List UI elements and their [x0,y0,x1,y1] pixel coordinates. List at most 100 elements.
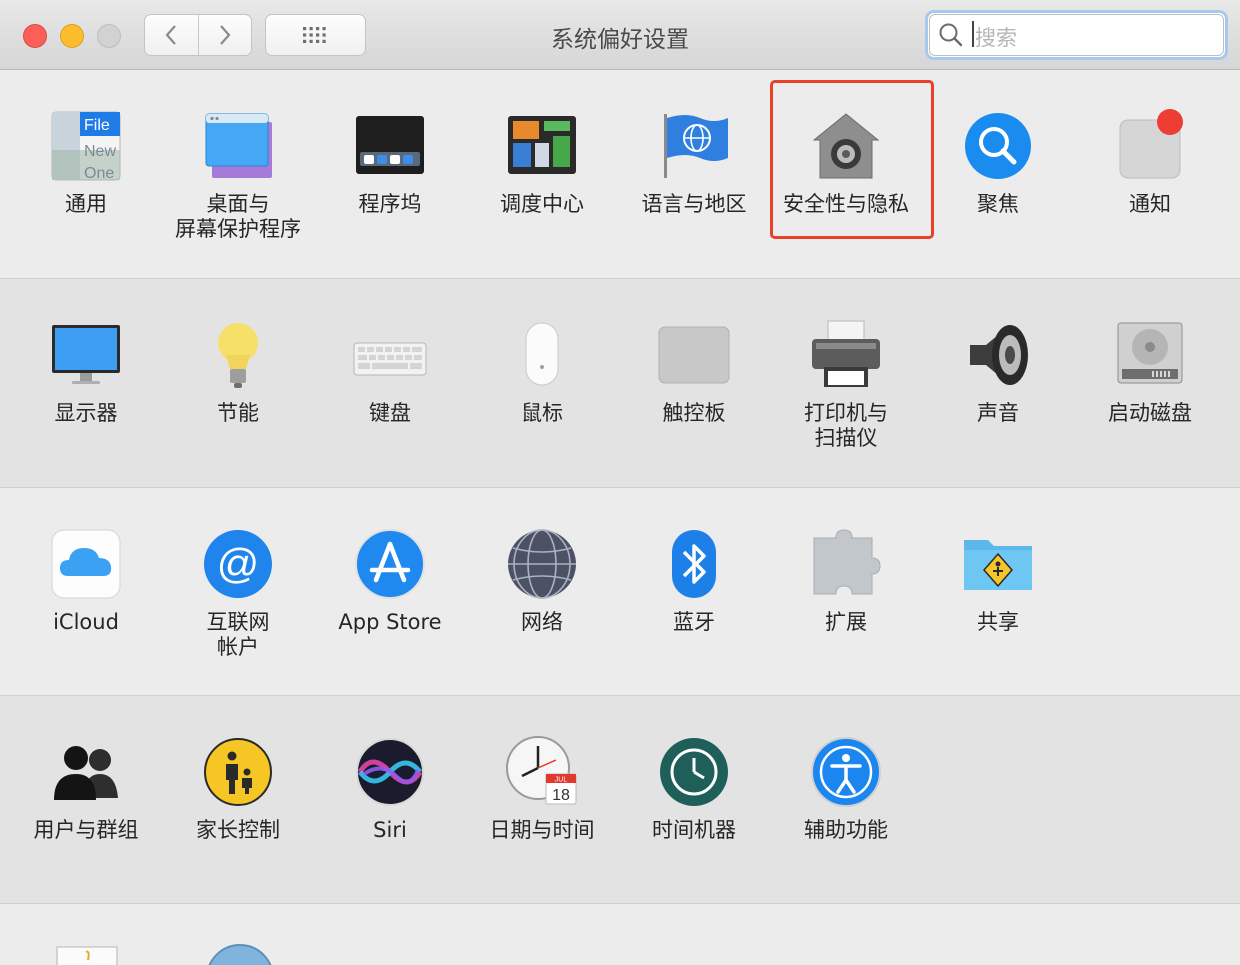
section-hardware: 显示器 节能 键盘 鼠标 触控板 打印机与 扫描仪 声音 启动磁盘 [0,279,1240,488]
pref-label: 节能 [217,401,259,425]
sound-icon [970,325,1028,385]
app-store-icon [355,529,425,599]
pref-startup-disk[interactable]: 启动磁盘 [1074,317,1226,426]
parental-controls-icon [204,738,272,806]
general-icon: File New One [51,111,121,182]
pref-label: 通用 [65,192,107,216]
pref-app-store[interactable]: App Store [314,526,466,635]
pref-language-region[interactable]: 语言与地区 [618,108,770,217]
close-button[interactable] [23,24,47,48]
pref-label: 打印机与 扫描仪 [804,401,888,450]
pref-label: 启动磁盘 [1108,401,1192,425]
pref-display[interactable]: 显示器 [10,317,162,426]
calendar-month: JUL [555,777,568,784]
pref-sound[interactable]: 声音 [922,317,1074,426]
energy-saver-icon [218,323,258,388]
pref-dock[interactable]: 程序坞 [314,108,466,217]
desktop-screensaver-icon [205,113,272,178]
printer-scanner-icon [812,320,880,387]
svg-text:One: One [84,165,114,182]
pref-siri[interactable]: Siri [314,734,466,843]
section-internet-wireless: iCloud @ 互联网 帐户 App Store 网络 蓝牙 扩展 共享 [0,488,1240,696]
pref-keyboard[interactable]: 键盘 [314,317,466,426]
pref-label: 用户与群组 [33,818,139,842]
extensions-icon [813,529,881,595]
notifications-icon [1119,109,1183,179]
back-button[interactable] [145,15,198,55]
search-caret [972,21,974,47]
keyboard-icon [353,342,427,376]
svg-text:New: New [84,143,116,160]
calendar-day: 18 [552,787,570,804]
navigation-buttons [144,14,252,56]
siri-icon [356,738,424,806]
pref-sharing[interactable]: 共享 [922,526,1074,635]
svg-text:@: @ [217,540,260,587]
pref-bluetooth[interactable]: 蓝牙 [618,526,770,635]
pref-label: 语言与地区 [641,192,747,216]
pref-icloud[interactable]: iCloud [10,526,162,635]
partial-pref-icon [56,946,118,965]
pref-mission-control[interactable]: 调度中心 [466,108,618,217]
pref-label: Siri [373,818,407,842]
pref-label: 桌面与 屏幕保护程序 [175,192,301,241]
pref-users-groups[interactable]: 用户与群组 [10,734,162,843]
pref-label: 程序坞 [358,192,422,216]
section-system: 用户与群组 家长控制 Siri JUL 18 日期与时间 时间机器 辅助功能 [0,696,1240,904]
pref-label: 互联网 帐户 [206,610,270,659]
trackpad-icon [658,326,730,384]
pref-label: App Store [338,610,442,634]
pref-general[interactable]: File New One 通用 [10,108,162,217]
pref-label: 网络 [521,610,563,634]
pref-parental-controls[interactable]: 家长控制 [162,734,314,843]
show-all-button[interactable] [265,14,366,56]
accessibility-icon [811,737,881,807]
pref-accessibility[interactable]: 辅助功能 [770,734,922,843]
pref-label: 扩展 [825,610,867,634]
pref-notifications[interactable]: 通知 [1074,108,1226,217]
pref-spotlight[interactable]: 聚焦 [922,108,1074,217]
pref-date-time[interactable]: JUL 18 日期与时间 [466,734,618,843]
display-icon [52,325,120,384]
pref-mouse[interactable]: 鼠标 [466,317,618,426]
pref-label: iCloud [53,610,119,634]
sharing-icon [964,540,1032,590]
pref-label: 调度中心 [500,192,584,216]
bluetooth-icon [672,530,716,598]
minimize-button[interactable] [60,24,84,48]
network-icon [508,529,576,599]
chevron-left-icon [165,25,177,45]
pref-label: 鼠标 [521,401,563,425]
zoom-button[interactable] [97,24,121,48]
pref-extensions[interactable]: 扩展 [770,526,922,635]
pref-time-machine[interactable]: 时间机器 [618,734,770,843]
search-field[interactable]: 搜索 [925,10,1228,60]
pref-label: 时间机器 [652,818,736,842]
pref-energy-saver[interactable]: 节能 [162,317,314,426]
pref-printer-scanner[interactable]: 打印机与 扫描仪 [770,317,922,451]
pref-label: 蓝牙 [673,610,715,634]
pref-network[interactable]: 网络 [466,526,618,635]
users-groups-icon [54,746,118,800]
forward-button[interactable] [197,15,252,55]
pref-label: 共享 [977,610,1019,634]
pref-internet-accounts[interactable]: @ 互联网 帐户 [162,526,314,660]
pref-label: 通知 [1129,192,1171,216]
mission-control-icon [508,116,576,174]
spotlight-icon [965,113,1031,179]
pref-desktop-screensaver[interactable]: 桌面与 屏幕保护程序 [162,108,314,242]
security-privacy-highlight [770,80,934,239]
pref-label: 显示器 [54,401,118,425]
svg-text:File: File [84,117,110,134]
section-personal: File New One 通用 桌面与 屏幕保护程序 程序坞 调度中心 语言与地… [0,70,1240,279]
window-title: 系统偏好设置 [551,27,689,53]
dock-icon [356,116,424,174]
pref-label: 声音 [977,401,1019,425]
search-placeholder: 搜索 [975,26,1017,50]
pref-trackpad[interactable]: 触控板 [618,317,770,426]
chevron-right-icon [219,25,231,45]
pref-label: 家长控制 [196,818,280,842]
title-bar: 系统偏好设置 搜索 [0,0,1240,70]
search-icon [939,23,963,47]
date-time-icon: JUL 18 [506,736,577,805]
